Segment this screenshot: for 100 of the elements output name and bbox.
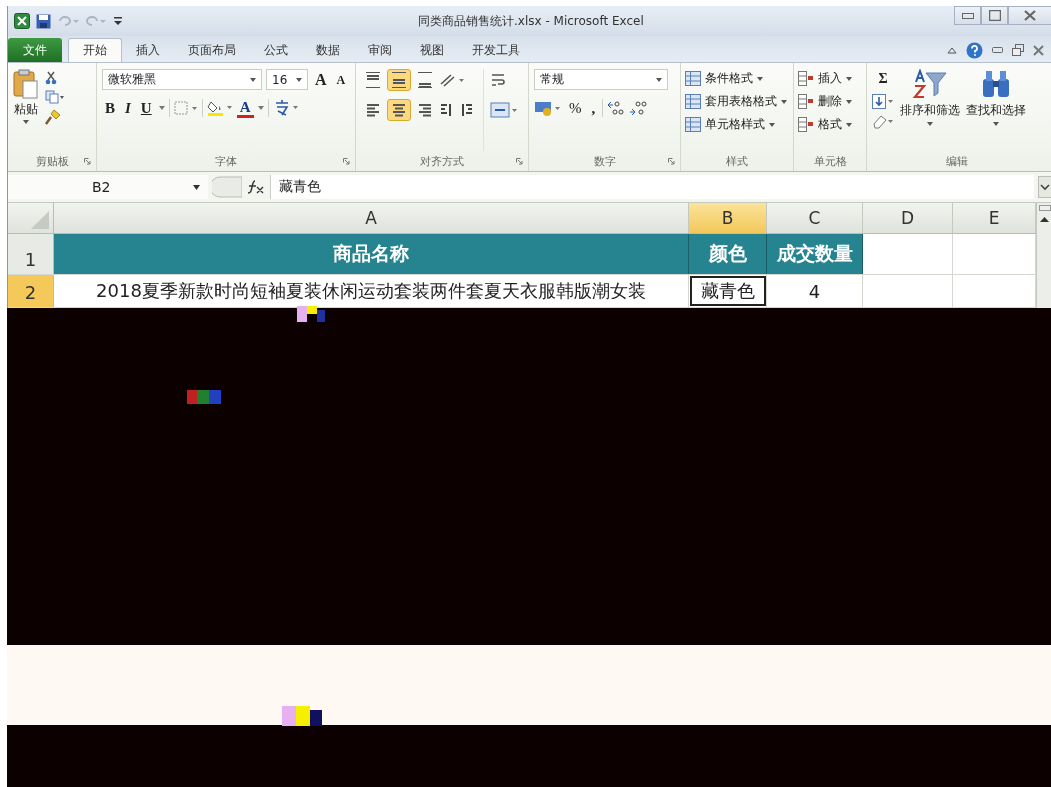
align-lines-icon xyxy=(365,72,381,88)
copy-icon[interactable] xyxy=(45,90,65,104)
clipboard-icon xyxy=(13,69,39,99)
formula-field[interactable]: 藏青色 xyxy=(270,175,1034,199)
dialog-launcher-icon[interactable] xyxy=(516,157,523,165)
align-lines-icon xyxy=(391,102,407,118)
restore-icon[interactable] xyxy=(1012,44,1024,56)
scroll-up-icon[interactable] xyxy=(1040,217,1049,222)
cells-menu-button[interactable]: 格式 xyxy=(798,115,861,134)
caret-icon xyxy=(23,120,29,124)
underline-button[interactable]: U xyxy=(137,98,155,118)
shrink-font-button[interactable]: A xyxy=(333,69,349,90)
close-icon xyxy=(1024,10,1036,21)
italic-button[interactable]: I xyxy=(122,98,134,118)
row-header[interactable]: 2 xyxy=(8,275,54,307)
text-angle-icon[interactable] xyxy=(439,72,465,88)
align-button[interactable] xyxy=(387,99,411,121)
merge-cells-icon[interactable] xyxy=(490,102,518,118)
function-icon[interactable] xyxy=(246,179,266,195)
increase-decimal-icon[interactable] xyxy=(607,100,626,116)
ribbon-tab[interactable]: 审阅 xyxy=(354,38,406,62)
align-button[interactable] xyxy=(387,69,411,91)
minimize-icon[interactable] xyxy=(992,47,1003,53)
fill-color-icon[interactable] xyxy=(206,99,233,117)
autosum-button[interactable]: Σ xyxy=(872,69,894,89)
styles-menu-button[interactable]: 单元格样式 xyxy=(685,115,788,134)
glitch-artifact xyxy=(282,706,322,726)
eraser-icon[interactable] xyxy=(872,114,894,129)
number-format-field[interactable]: 常规 xyxy=(534,69,668,90)
column-header[interactable]: D xyxy=(863,203,953,233)
grow-font-button[interactable]: A xyxy=(312,69,330,90)
customize-caret-icon[interactable] xyxy=(113,15,123,27)
close-button[interactable] xyxy=(1008,6,1051,25)
styles-menu-button[interactable]: 条件格式 xyxy=(685,69,788,88)
indent-icon[interactable] xyxy=(439,102,475,118)
binoculars-icon xyxy=(981,69,1011,99)
row-header[interactable]: 1 xyxy=(8,234,54,274)
caret-icon xyxy=(769,122,775,127)
find-select-button[interactable]: 查找和选择 xyxy=(966,69,1026,151)
table-cell: 藏青色 xyxy=(689,275,767,307)
ribbon-tab[interactable]: 公式 xyxy=(250,38,302,62)
caret-icon xyxy=(757,76,763,81)
ribbon-tab[interactable]: 页面布局 xyxy=(174,38,250,62)
close-icon[interactable] xyxy=(1033,44,1044,56)
cells-menu-button[interactable]: 删除 xyxy=(798,92,861,111)
file-tab[interactable]: 文件 xyxy=(8,38,62,62)
column-header[interactable]: C xyxy=(767,203,863,233)
ribbon-tab[interactable]: 开发工具 xyxy=(458,38,534,62)
format-painter-icon[interactable] xyxy=(45,109,61,125)
glitch-artifact xyxy=(187,390,221,404)
group-label: 剪贴板 xyxy=(35,153,69,169)
name-box[interactable]: B2 xyxy=(8,175,208,199)
ribbon-tab[interactable]: 数据 xyxy=(302,38,354,62)
ribbon-tab[interactable]: 视图 xyxy=(406,38,458,62)
percent-button[interactable]: % xyxy=(566,98,585,118)
cells-icon xyxy=(798,117,814,132)
sort-filter-icon xyxy=(912,69,948,99)
decrease-decimal-icon[interactable] xyxy=(629,100,648,116)
collapse-ribbon-icon[interactable] xyxy=(947,46,957,54)
dialog-launcher-icon[interactable] xyxy=(84,157,91,165)
table-icon xyxy=(685,94,701,109)
cells-menu-button[interactable]: 插入 xyxy=(798,69,861,88)
group-label: 单元格 xyxy=(813,153,847,169)
font-name-field[interactable]: 微软雅黑 xyxy=(102,69,262,90)
minimize-button[interactable] xyxy=(954,6,981,25)
help-icon[interactable] xyxy=(966,41,983,59)
font-size-field[interactable]: 16 xyxy=(266,69,308,90)
fill-icon[interactable] xyxy=(872,94,894,109)
caret-icon xyxy=(846,122,852,127)
vertical-scrollbar[interactable] xyxy=(1036,203,1051,308)
group-label: 字体 xyxy=(215,153,237,169)
caret-icon[interactable] xyxy=(257,106,264,110)
table-icon xyxy=(685,71,701,86)
caret-icon xyxy=(781,99,787,104)
currency-icon[interactable] xyxy=(534,100,562,116)
window-title: 同类商品销售统计.xlsx - Microsoft Excel xyxy=(418,12,644,30)
scissors-icon[interactable] xyxy=(45,71,57,85)
expand-formula-icon[interactable] xyxy=(1038,176,1051,198)
caret-icon xyxy=(846,76,852,81)
split-handle-icon[interactable] xyxy=(1038,205,1051,211)
styles-menu-button[interactable]: 套用表格格式 xyxy=(685,92,788,111)
dialog-launcher-icon[interactable] xyxy=(343,157,350,165)
sort-filter-button[interactable]: 排序和筛选 xyxy=(900,69,960,151)
maximize-button[interactable] xyxy=(981,6,1008,25)
caret-icon xyxy=(846,99,852,104)
bold-button[interactable]: B xyxy=(102,98,118,118)
align-lines-icon xyxy=(417,102,433,118)
column-header[interactable]: B xyxy=(689,203,767,233)
caret-icon[interactable] xyxy=(158,106,165,110)
wrap-text-icon[interactable] xyxy=(490,72,508,88)
align-lines-icon xyxy=(365,102,381,118)
dialog-launcher-icon[interactable] xyxy=(668,157,675,165)
comma-button[interactable]: , xyxy=(588,98,599,118)
paste-button[interactable]: 粘贴 xyxy=(13,69,39,151)
caret-icon xyxy=(993,122,999,126)
save-icon[interactable] xyxy=(36,13,51,29)
font-color-button[interactable]: A xyxy=(236,98,254,118)
ribbon-tab[interactable]: 开始 xyxy=(68,38,122,62)
ribbon-tab[interactable]: 插入 xyxy=(122,38,174,62)
header-cell: 商品名称 xyxy=(54,234,689,274)
